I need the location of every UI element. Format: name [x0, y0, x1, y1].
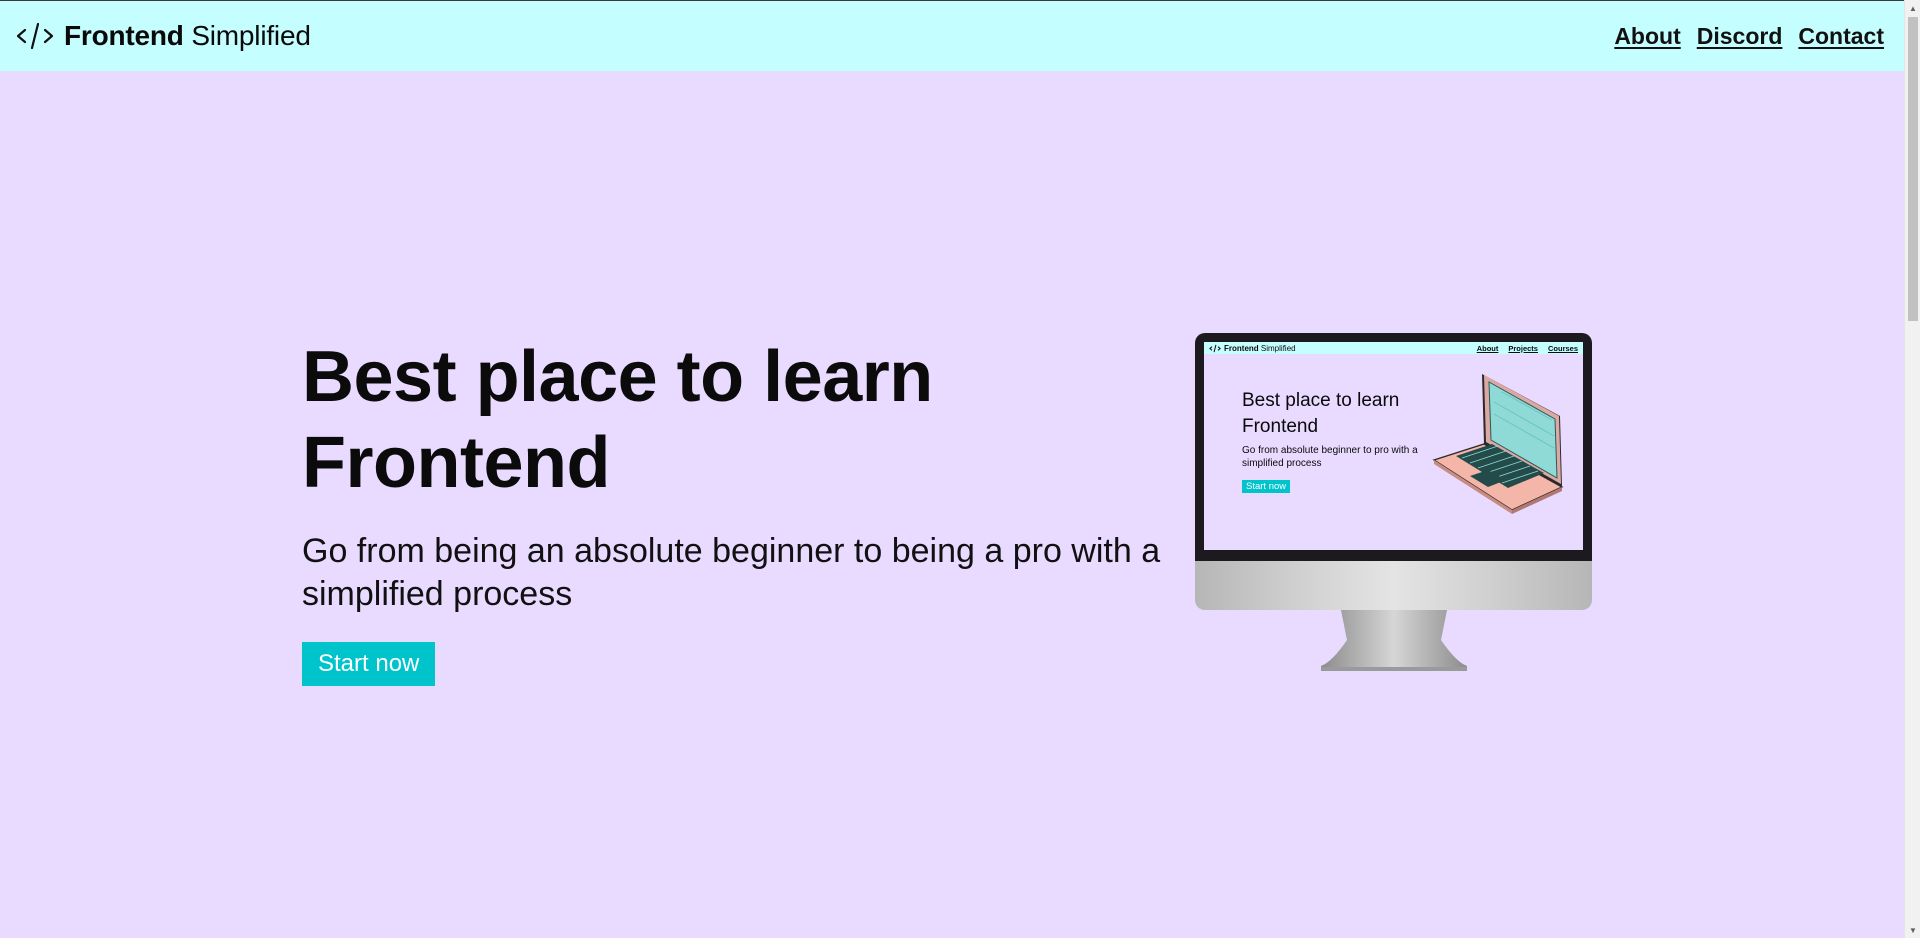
top-nav: Frontend Simplified About Discord Contac…	[0, 1, 1904, 71]
mini-link-about: About	[1476, 343, 1499, 353]
logo-link[interactable]: Frontend Simplified	[16, 20, 311, 52]
nav-link-about[interactable]: About	[1614, 23, 1680, 50]
mini-logo-strong: Frontend	[1224, 343, 1259, 353]
hero-title: Best place to learn Frontend	[302, 334, 1202, 506]
nav-link-discord[interactable]: Discord	[1697, 23, 1783, 50]
mini-nav: Frontend Simplified About Projects Cours…	[1204, 342, 1583, 354]
nav-links: About Discord Contact	[1614, 23, 1884, 50]
monitor-stand	[1321, 610, 1467, 671]
logo-text-light: Simplified	[191, 20, 311, 51]
nav-link-contact[interactable]: Contact	[1798, 23, 1884, 50]
mini-code-brackets-icon	[1209, 344, 1221, 352]
scroll-thumb[interactable]	[1908, 17, 1918, 321]
mini-link-projects: Projects	[1508, 343, 1538, 353]
monitor-bezel: Frontend Simplified About Projects Cours…	[1195, 333, 1592, 561]
laptop-icon	[1432, 374, 1564, 514]
mini-start-button: Start now	[1242, 480, 1291, 493]
hero-title-line1: Best place to learn	[302, 337, 933, 417]
mini-title-line2: Frontend	[1242, 416, 1319, 437]
logo-text: Frontend Simplified	[64, 20, 311, 52]
hero-title-line2: Frontend	[302, 423, 610, 503]
hero-subtitle: Go from being an absolute beginner to be…	[302, 532, 1161, 613]
mini-subtitle: Go from absolute beginner to pro with a …	[1242, 445, 1418, 469]
scroll-down-arrow-icon[interactable]: ▼	[1905, 922, 1920, 938]
monitor-screen: Frontend Simplified About Projects Cours…	[1204, 342, 1583, 550]
monitor-illustration: Frontend Simplified About Projects Cours…	[1195, 333, 1592, 671]
mini-link-courses: Courses	[1547, 343, 1578, 353]
start-now-button[interactable]: Start now	[302, 642, 436, 686]
code-brackets-icon	[16, 22, 54, 50]
monitor-chin	[1195, 561, 1592, 610]
vertical-scrollbar[interactable]: ▲ ▼	[1904, 0, 1920, 938]
hero-section: Best place to learn Frontend Go from bei…	[302, 334, 1202, 686]
mini-nav-links: About Projects Courses	[1477, 344, 1578, 353]
mini-title-line1: Best place to learn	[1242, 390, 1400, 411]
mini-title: Best place to learn Frontend	[1242, 388, 1399, 440]
mini-logo: Frontend Simplified	[1209, 344, 1296, 353]
logo-text-strong: Frontend	[64, 20, 184, 51]
scroll-up-arrow-icon[interactable]: ▲	[1905, 0, 1920, 16]
mini-logo-light: Simplified	[1260, 343, 1296, 353]
